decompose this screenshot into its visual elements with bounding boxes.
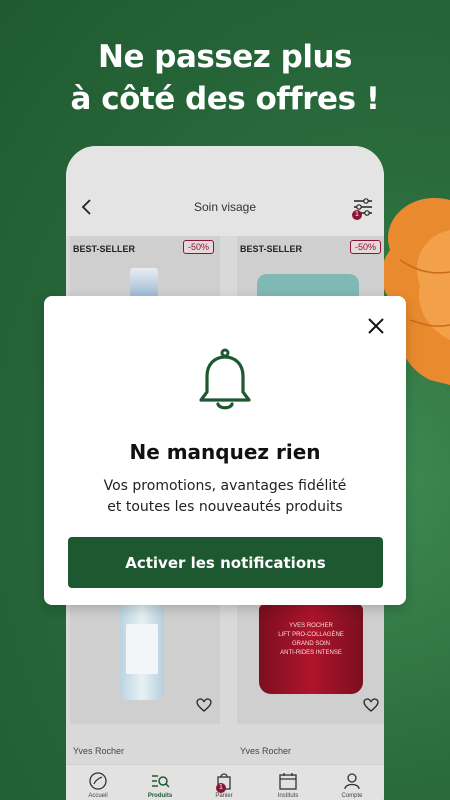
product-brand: Yves Rocher xyxy=(73,746,125,756)
tab-produits[interactable]: Produits xyxy=(130,771,190,799)
bottom-tab-bar: Accueil Produits 1 Panier Instituts Comp… xyxy=(66,764,384,800)
headline-line-2: à côté des offres ! xyxy=(70,81,380,117)
bell-icon xyxy=(199,348,251,410)
tab-instituts[interactable]: Instituts xyxy=(258,771,318,799)
promo-headline: Ne passez plus à côté des offres ! xyxy=(0,36,450,120)
tab-label: Accueil xyxy=(88,793,108,799)
headline-line-1: Ne passez plus xyxy=(98,39,352,75)
jar-line-2: GRAND SOIN xyxy=(291,641,330,647)
product-image: YVES ROCHER LIFT PRO-COLLAGÈNE GRAND SOI… xyxy=(259,604,363,694)
product-image xyxy=(120,604,164,700)
jar-line-3: ANTI-RIDES INTENSE xyxy=(280,650,342,656)
modal-title: Ne manquez rien xyxy=(129,440,321,464)
calendar-icon xyxy=(279,773,297,790)
cart-count-badge: 1 xyxy=(216,783,226,793)
search-list-icon xyxy=(152,775,170,788)
modal-text-line-1: Vos promotions, avantages fidélité xyxy=(103,478,347,494)
screen-header: Soin visage 1 xyxy=(66,146,384,236)
filter-count-badge: 1 xyxy=(352,210,362,220)
tab-label: Panier xyxy=(215,793,233,799)
tab-compte[interactable]: Compte xyxy=(322,771,382,799)
product-image xyxy=(130,268,158,298)
notification-modal: Ne manquez rien Vos promotions, avantage… xyxy=(44,296,406,605)
activate-notifications-button[interactable]: Activer les notifications xyxy=(68,537,383,588)
product-brand: Yves Rocher xyxy=(240,746,292,756)
home-icon xyxy=(89,772,107,790)
best-seller-tag: BEST-SELLER xyxy=(240,244,303,254)
modal-description: Vos promotions, avantages fidélité et to… xyxy=(68,476,382,518)
jar-line-1: LIFT PRO-COLLAGÈNE xyxy=(278,632,344,638)
close-icon[interactable] xyxy=(366,316,386,336)
tab-panier[interactable]: 1 Panier xyxy=(194,771,254,799)
modal-text-line-2: et toutes les nouveautés produits xyxy=(107,499,343,515)
screen-title: Soin visage xyxy=(193,200,257,214)
tab-label: Instituts xyxy=(277,793,299,799)
tab-label: Produits xyxy=(147,793,173,799)
jar-brand: YVES ROCHER xyxy=(289,623,333,629)
discount-badge: -50% xyxy=(182,240,214,254)
tab-label: Compte xyxy=(341,793,363,799)
best-seller-tag: BEST-SELLER xyxy=(73,244,136,254)
tab-accueil[interactable]: Accueil xyxy=(68,771,128,799)
heart-icon[interactable] xyxy=(363,698,379,712)
user-icon xyxy=(344,773,360,790)
product-image xyxy=(257,274,359,296)
discount-badge: -50% xyxy=(349,240,381,254)
heart-icon[interactable] xyxy=(196,698,212,712)
